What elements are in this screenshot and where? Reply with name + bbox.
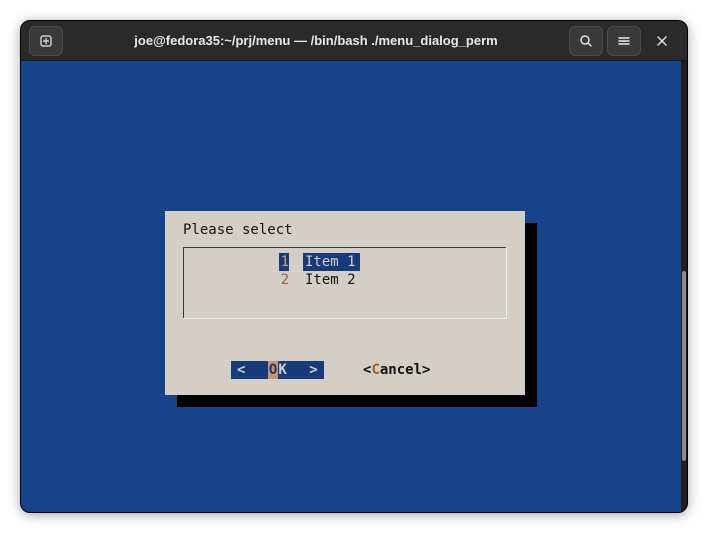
dialog-box: Please select 1 Item 1 2 Item 2	[165, 211, 525, 395]
window-title: joe@fedora35:~/prj/menu — /bin/bash ./me…	[65, 33, 567, 48]
close-icon	[656, 35, 668, 47]
list-border-left	[183, 247, 184, 319]
menu-item-2[interactable]: 2 Item 2	[279, 271, 360, 289]
cancel-bracket-left: <	[363, 361, 371, 379]
ok-rest: K	[278, 361, 286, 379]
menu-item-tag: 2	[279, 271, 289, 289]
search-icon	[579, 34, 593, 48]
menu-button[interactable]	[607, 26, 641, 56]
cancel-hotkey: C	[371, 361, 379, 379]
list-border-right	[506, 247, 507, 319]
scrollbar-thumb[interactable]	[682, 271, 686, 461]
menu-item-1[interactable]: 1 Item 1	[279, 253, 360, 271]
ok-bracket-right: >	[307, 361, 319, 379]
menu-list: 1 Item 1 2 Item 2	[183, 247, 507, 319]
menu-item-label: Item 1	[303, 253, 360, 271]
hamburger-icon	[617, 34, 631, 48]
dialog-buttons: < O K > < C ancel >	[165, 361, 525, 379]
terminal-viewport[interactable]: Please select 1 Item 1 2 Item 2	[21, 61, 681, 512]
menu-item-label: Item 2	[303, 271, 360, 289]
cancel-bracket-right: >	[422, 361, 430, 379]
ok-bracket-left: <	[235, 361, 247, 379]
list-border-bottom	[183, 318, 507, 319]
terminal-window: joe@fedora35:~/prj/menu — /bin/bash ./me…	[20, 20, 688, 513]
menu-item-gap	[289, 271, 303, 289]
new-tab-button[interactable]	[29, 26, 63, 56]
list-border-top	[183, 247, 507, 248]
menu-item-gap	[289, 253, 303, 271]
ok-pad	[247, 361, 267, 379]
ok-pad	[287, 361, 307, 379]
menu-item-tag: 1	[279, 253, 289, 271]
titlebar: joe@fedora35:~/prj/menu — /bin/bash ./me…	[21, 21, 687, 61]
cancel-rest: ancel	[380, 361, 422, 379]
ok-button[interactable]: < O K >	[231, 361, 324, 379]
search-button[interactable]	[569, 26, 603, 56]
dialog-prompt: Please select	[183, 221, 293, 239]
ok-hotkey: O	[268, 361, 278, 379]
cancel-button[interactable]: < C ancel >	[363, 361, 430, 379]
close-button[interactable]	[645, 26, 679, 56]
plus-icon	[39, 34, 53, 48]
scrollbar[interactable]	[681, 61, 687, 512]
